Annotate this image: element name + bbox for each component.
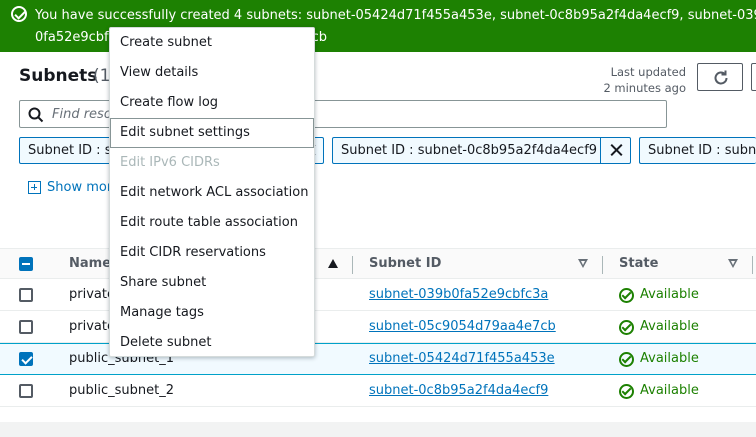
column-divider[interactable] [602,256,603,274]
state-text: Available [640,383,699,398]
table-row[interactable]: public_subnet_2 subnet-0c8b95a2f4da4ecf9… [0,375,756,407]
menu-item-create-subnet[interactable]: Create subnet [110,28,314,58]
row-checkbox[interactable] [19,352,33,366]
menu-item-edit-route-table-association[interactable]: Edit route table association [110,208,314,238]
row-checkbox[interactable] [19,288,33,302]
search-icon [28,107,44,123]
plus-square-icon [28,181,41,194]
status-available-icon [619,352,634,367]
filter-token-2[interactable]: Subnet ID : subnet-0c8b95a2f4da4ecf9 [332,137,631,164]
subnet-count: (1 [93,66,111,86]
refresh-button[interactable] [697,63,743,91]
state-text: Available [640,319,699,334]
row-checkbox[interactable] [19,384,33,398]
refresh-icon [714,70,728,85]
state-text: Available [640,351,699,366]
status-available-icon [619,288,634,303]
menu-item-manage-tags[interactable]: Manage tags [110,298,314,328]
subnet-id-link[interactable]: subnet-0c8b95a2f4da4ecf9 [369,383,548,398]
row-checkbox[interactable] [19,320,33,334]
column-header-state[interactable]: State [619,256,658,271]
menu-item-edit-network-acl-association[interactable]: Edit network ACL association [110,178,314,208]
subnet-id-link[interactable]: subnet-05c9054d79aa4e7cb [369,319,556,334]
last-updated-text: Last updated 2 minutes ago [560,64,686,96]
dismiss-icon[interactable] [600,138,630,163]
sort-descending-icon[interactable] [578,259,588,268]
menu-item-delete-subnet[interactable]: Delete subnet [110,328,314,358]
subnet-id-link[interactable]: subnet-039b0fa52e9cbfc3a [369,287,548,302]
filter-token-label: Subnet ID : subnet-039b0fa52e9cbfc3a [648,143,756,158]
last-updated-time: 2 minutes ago [603,81,686,95]
state-text: Available [640,287,699,302]
actions-button[interactable] [751,63,756,91]
last-updated-label: Last updated [610,65,686,79]
menu-item-view-details[interactable]: View details [110,58,314,88]
sort-descending-icon[interactable] [728,259,738,268]
column-divider[interactable] [752,256,753,274]
column-header-subnet-id[interactable]: Subnet ID [369,256,441,271]
select-all-checkbox[interactable] [19,257,33,271]
actions-dropdown-menu: Create subnet View details Create flow l… [109,27,315,357]
menu-item-edit-cidr-reservations[interactable]: Edit CIDR reservations [110,238,314,268]
filter-token-3[interactable]: Subnet ID : subnet-039b0fa52e9cbfc3a [639,137,756,164]
column-divider[interactable] [352,256,353,274]
status-available-icon [619,320,634,335]
menu-item-edit-subnet-settings[interactable]: Edit subnet settings [110,118,314,148]
subnet-id-link[interactable]: subnet-05424d71f455a453e [369,351,555,366]
menu-item-share-subnet[interactable]: Share subnet [110,268,314,298]
column-header-name[interactable]: Name [69,256,111,271]
page-title: Subnets [19,66,98,86]
subnet-name: public_subnet_2 [69,383,174,398]
status-available-icon [619,384,634,399]
sort-ascending-icon[interactable] [328,259,338,268]
filter-token-label: Subnet ID : subnet-0c8b95a2f4da4ecf9 [341,143,598,158]
menu-item-create-flow-log[interactable]: Create flow log [110,88,314,118]
success-check-icon [11,6,27,22]
menu-item-edit-ipv6-cidrs: Edit IPv6 CIDRs [120,155,220,170]
